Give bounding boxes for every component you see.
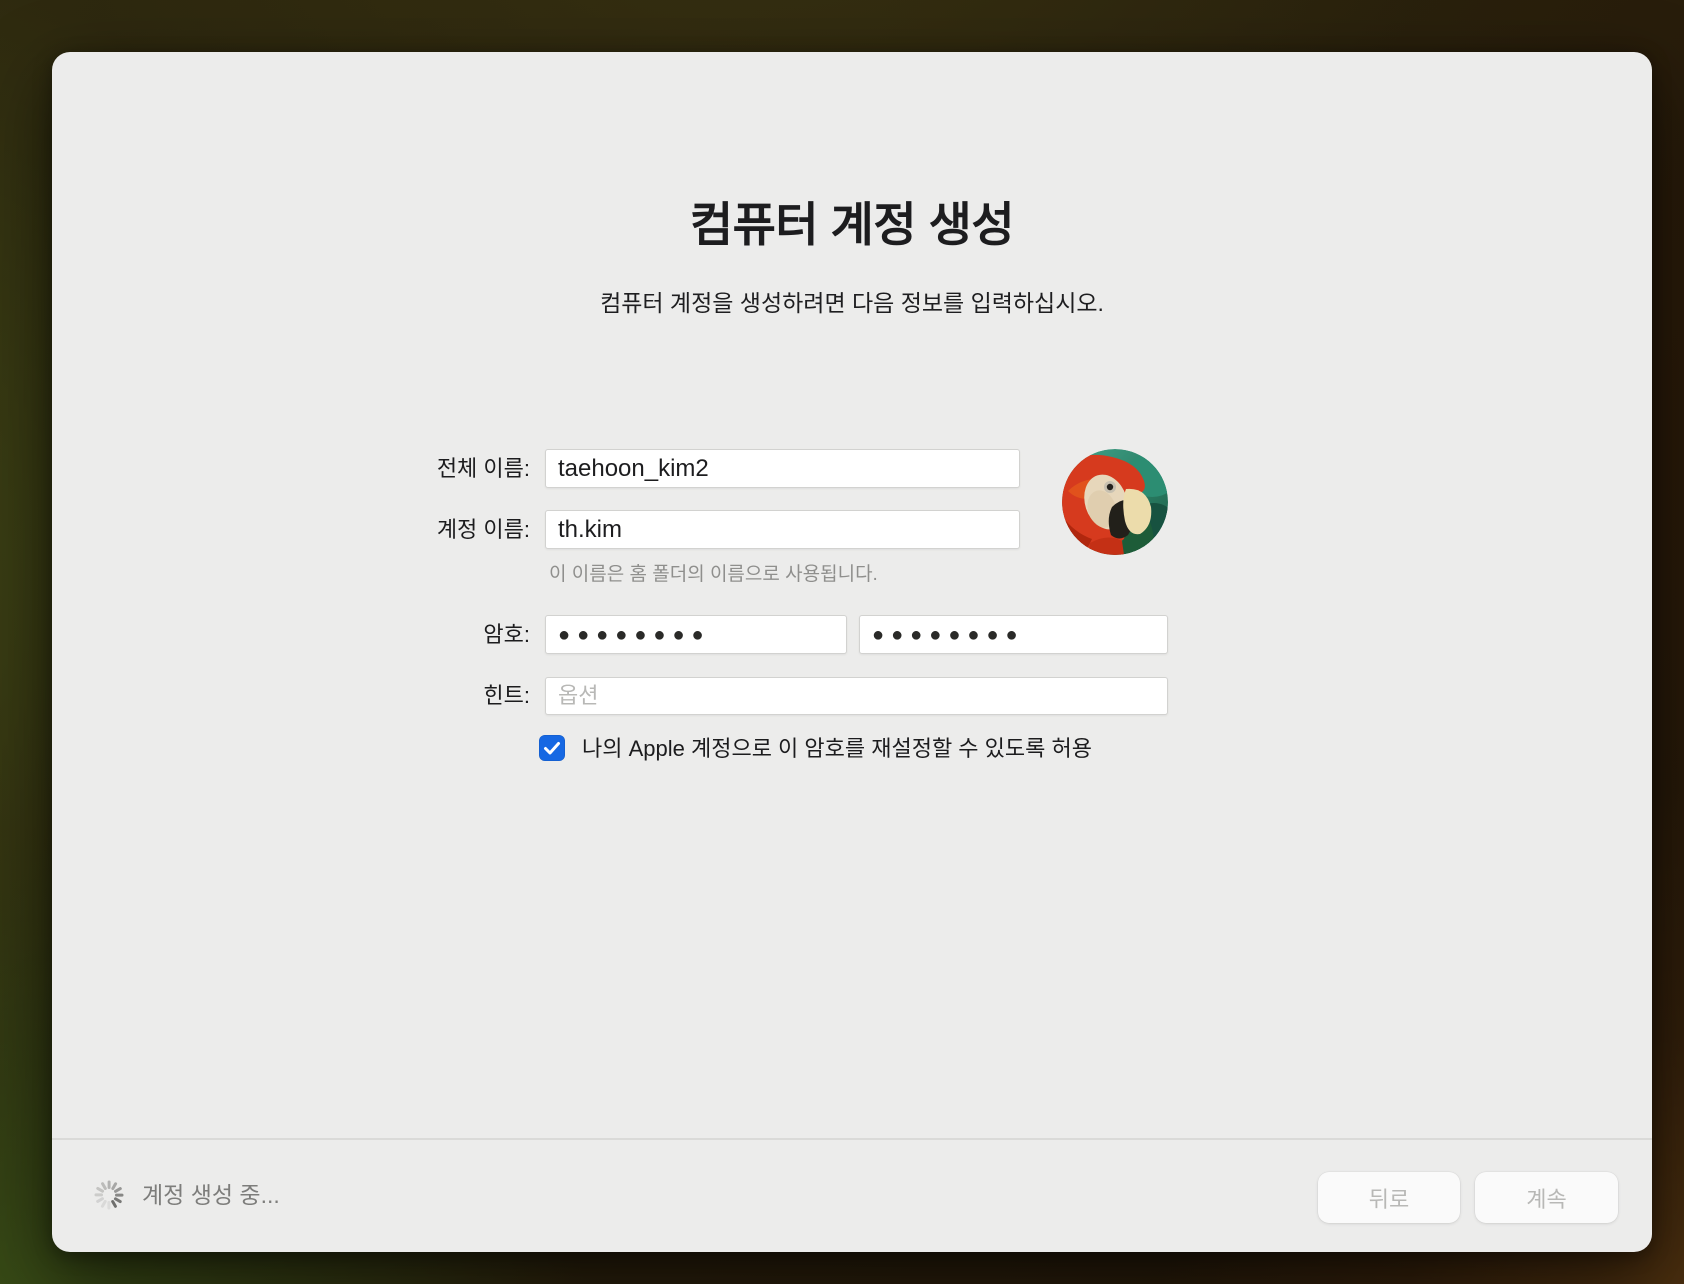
account-name-helper-text: 이 이름은 홈 폴더의 이름으로 사용됩니다. [549,559,878,586]
footer-divider [52,1138,1652,1140]
full-name-label: 전체 이름: [312,449,530,488]
continue-button[interactable]: 계속 [1475,1172,1618,1223]
full-name-input[interactable] [545,449,1020,488]
page-title: 컴퓨터 계정 생성 [52,186,1652,255]
account-name-label: 계정 이름: [312,510,530,549]
account-avatar[interactable] [1062,449,1168,555]
page-subtitle: 컴퓨터 계정을 생성하려면 다음 정보를 입력하십시오. [52,284,1652,318]
back-button[interactable]: 뒤로 [1318,1172,1460,1223]
allow-reset-checkbox[interactable] [539,735,565,761]
progress-spinner-icon [93,1179,125,1211]
account-name-input[interactable] [545,510,1020,549]
hint-label: 힌트: [312,677,530,715]
parrot-avatar-image [1062,449,1168,555]
desktop-background: { "colors": { "accent_blue": "#1668e3", … [0,0,1684,1284]
allow-reset-label: 나의 Apple 계정으로 이 암호를 재설정할 수 있도록 허용 [582,735,1092,762]
hint-input[interactable] [545,677,1168,715]
setup-assistant-window: 컴퓨터 계정 생성 컴퓨터 계정을 생성하려면 다음 정보를 입력하십시오. 전… [52,52,1652,1252]
password-verify-input[interactable] [859,615,1168,654]
checkmark-icon [539,735,565,761]
password-input[interactable] [545,615,847,654]
status-text: 계정 생성 중... [142,1179,280,1211]
password-label: 암호: [312,615,530,654]
